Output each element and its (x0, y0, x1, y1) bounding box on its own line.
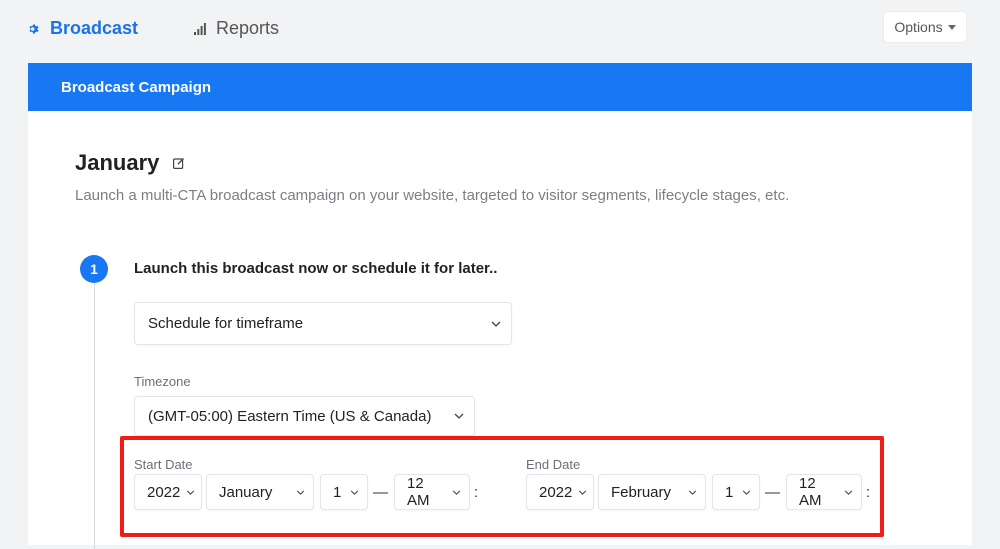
start-year-value: 2022 (147, 483, 181, 501)
nav-reports-label: Reports (216, 18, 280, 38)
end-day-value: 1 (725, 483, 734, 501)
end-time-value: 12 AM (799, 475, 822, 509)
start-time-select[interactable]: 12 AM (394, 474, 470, 510)
start-date-label: Start Date (134, 457, 193, 472)
nav-reports[interactable]: Reports (194, 18, 279, 39)
end-month-select[interactable]: February (598, 474, 706, 510)
broadcast-card: Broadcast Campaign January Launch a mult… (28, 63, 972, 549)
end-day-select[interactable]: 1 (712, 474, 760, 510)
end-date-label: End Date (526, 457, 581, 472)
options-label: Options (894, 19, 943, 35)
card-header-title: Broadcast Campaign (61, 78, 212, 96)
end-year-select[interactable]: 2022 (526, 474, 594, 510)
chevron-down-icon (688, 489, 697, 495)
step-connector-line (94, 269, 95, 549)
chevron-down-icon (452, 489, 461, 495)
start-month-value: January (219, 483, 273, 501)
nav-broadcast[interactable]: Broadcast (28, 18, 138, 39)
schedule-select-value: Schedule for timeframe (148, 315, 304, 332)
bar-chart-icon (194, 22, 206, 35)
timezone-select[interactable]: (GMT-05:00) Eastern Time (US & Canada) (134, 396, 475, 436)
start-colon-separator: : (474, 484, 479, 501)
end-month-value: February (611, 483, 672, 501)
step-number-badge: 1 (80, 255, 108, 283)
chevron-down-icon (350, 489, 359, 495)
start-year-select[interactable]: 2022 (134, 474, 202, 510)
end-dash-separator: — (765, 484, 780, 501)
start-time-value: 12 AM (407, 475, 430, 509)
timezone-select-value: (GMT-05:00) Eastern Time (US & Canada) (148, 407, 432, 425)
end-colon-separator: : (866, 484, 871, 501)
end-time-select[interactable]: 12 AM (786, 474, 862, 510)
schedule-select[interactable]: Schedule for timeframe (134, 302, 512, 345)
step-label: Launch this broadcast now or schedule it… (134, 260, 498, 277)
chevron-down-icon (454, 413, 464, 419)
start-day-value: 1 (333, 483, 342, 501)
card-header: Broadcast Campaign (28, 63, 972, 111)
nav-broadcast-label: Broadcast (50, 18, 139, 38)
title-row: January (75, 150, 185, 176)
chevron-down-icon (186, 489, 195, 495)
timezone-label: Timezone (134, 374, 191, 389)
chevron-down-icon (844, 489, 853, 495)
chevron-down-icon (578, 489, 587, 495)
edit-icon[interactable] (173, 157, 185, 169)
start-month-select[interactable]: January (206, 474, 314, 510)
start-dash-separator: — (373, 484, 388, 501)
chevron-down-icon (491, 321, 501, 327)
chevron-down-icon (296, 489, 305, 495)
gear-icon (28, 23, 40, 35)
page-subtitle: Launch a multi-CTA broadcast campaign on… (75, 187, 790, 204)
caret-down-icon (947, 24, 956, 30)
page-title: January (75, 150, 160, 175)
options-button[interactable]: Options (884, 12, 966, 42)
start-day-select[interactable]: 1 (320, 474, 368, 510)
chevron-down-icon (742, 489, 751, 495)
end-year-value: 2022 (539, 483, 573, 501)
top-nav: Broadcast Reports Options (0, 0, 1000, 60)
